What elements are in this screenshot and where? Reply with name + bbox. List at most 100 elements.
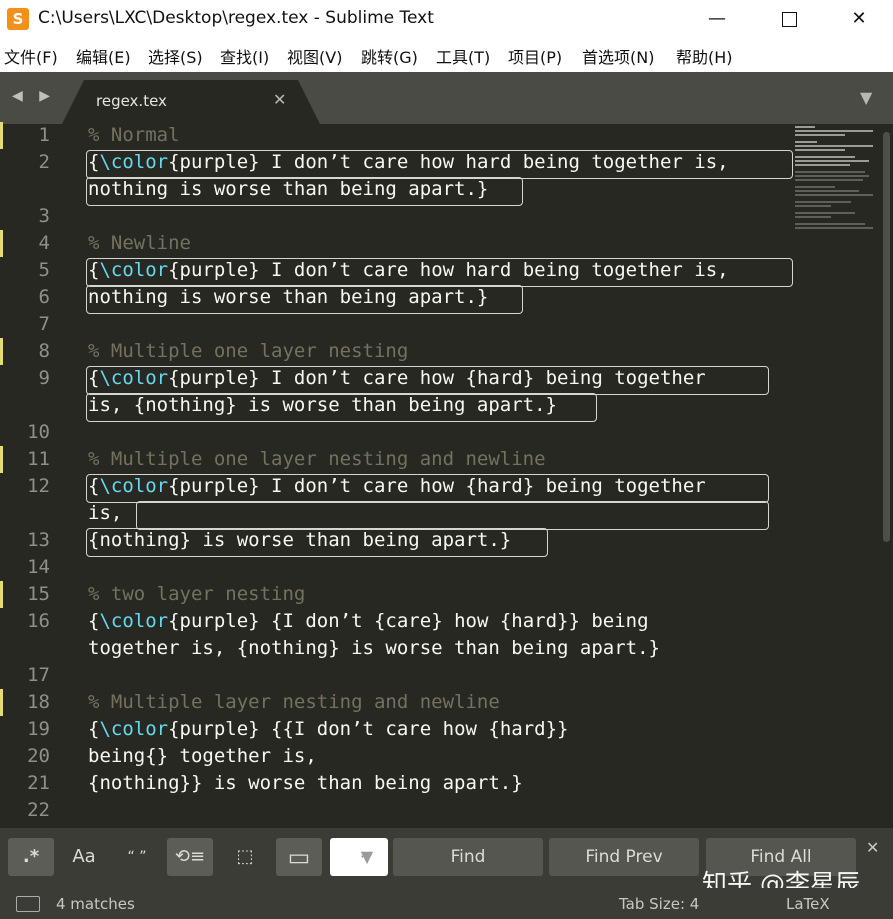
find-button[interactable]: Find [393,838,543,876]
tab-nav-arrows-icon[interactable]: ◀ ▶ [12,88,56,104]
code-line[interactable]: 10 [0,419,793,446]
minimap-line [795,171,865,173]
menu-help[interactable]: 帮助(H) [676,44,733,68]
line-number: 1 [38,124,50,146]
line-number: 8 [38,340,50,362]
menu-file[interactable]: 文件(F) [4,44,58,68]
menu-view[interactable]: 视图(V) [287,44,342,68]
line-number: 14 [27,556,50,578]
close-find-panel-icon[interactable]: ✕ [866,838,879,857]
code-text[interactable]: % Multiple one layer nesting [88,338,408,365]
line-number: 17 [27,664,50,686]
code-line[interactable]: 4 % Newline [0,230,793,257]
code-text[interactable]: {nothing}} is worse than being apart.} [88,770,523,797]
code-text[interactable]: % Multiple layer nesting and newline [88,689,500,716]
close-window-button[interactable]: ✕ [824,0,893,38]
code-text[interactable]: nothing is worse than being apart.} [88,176,488,203]
line-number: 21 [27,772,50,794]
code-line[interactable]: 16 {\color{purple} {I don’t {care} how {h… [0,608,793,635]
code-text[interactable]: {\color{purple} I don’t care how hard be… [88,257,729,284]
menu-selection[interactable]: 选择(S) [148,44,203,68]
minimap-line [795,212,855,214]
code-text[interactable]: {nothing} is worse than being apart.} [88,527,511,554]
code-text[interactable]: % two layer nesting [88,581,305,608]
regex-toggle[interactable]: .* [8,838,54,876]
menu-preferences[interactable]: 首选项(N) [582,44,654,68]
find-history-dropdown-icon[interactable]: ▼ [347,838,387,876]
minimap[interactable] [793,124,881,828]
code-line[interactable]: 6 nothing is worse than being apart.} [0,284,793,311]
code-text[interactable]: {\color{purple} I don’t care how hard be… [88,149,729,176]
code-text[interactable]: is, {nothing} is worse than being apart.… [88,392,557,419]
menu-goto[interactable]: 跳转(G) [361,44,418,68]
in-selection-toggle[interactable]: ⬚ [222,838,268,876]
menu-find[interactable]: 查找(I) [220,44,269,68]
code-line[interactable]: is, [0,500,793,527]
code-text[interactable]: is, [88,500,122,527]
line-number: 9 [38,367,50,389]
menu-tools[interactable]: 工具(T) [436,44,490,68]
minimap-line [795,134,845,136]
highlight-matches-toggle[interactable]: ▭ [276,838,322,876]
minimize-button[interactable]: — [682,0,752,38]
text-token: {purple} {I don’t {care} how {hard}} bei… [168,610,649,632]
code-text[interactable]: {\color{purple} I don’t care how {hard} … [88,473,706,500]
tab-label[interactable]: regex.tex [96,92,167,110]
code-text[interactable]: % Newline [88,230,191,257]
minimap-line [795,160,869,162]
code-line[interactable]: 15 % two layer nesting [0,581,793,608]
line-number: 7 [38,313,50,335]
line-number: 12 [27,475,50,497]
tab-list-dropdown-icon[interactable]: ▼ [860,88,872,107]
code-line[interactable]: 20 being{} together is, [0,743,793,770]
minimap-line [795,186,835,188]
code-line[interactable]: is, {nothing} is worse than being apart.… [0,392,793,419]
menu-edit[interactable]: 编辑(E) [76,44,131,68]
code-text[interactable]: together is, {nothing} is worse than bei… [88,635,660,662]
vertical-scrollbar[interactable] [881,124,893,828]
code-line[interactable]: 12 {\color{purple} I don’t care how {hard… [0,473,793,500]
whole-word-toggle[interactable]: “ ” [114,838,160,876]
code-text[interactable]: being{} together is, [88,743,317,770]
panel-toggle-icon[interactable] [16,896,40,912]
code-line[interactable]: 5 {\color{purple} I don’t care how hard b… [0,257,793,284]
code-line[interactable]: 13 {nothing} is worse than being apart.} [0,527,793,554]
syntax-indicator[interactable]: LaTeX [786,895,830,913]
menu-project[interactable]: 项目(P) [508,44,562,68]
editor-area[interactable]: 1 % Normal 2 {\color{purple} I don’t care h… [0,122,893,828]
tab-size-indicator[interactable]: Tab Size: 4 [619,895,699,913]
code-line[interactable]: 8 % Multiple one layer nesting [0,338,793,365]
scrollbar-thumb[interactable] [883,132,890,542]
code-line[interactable]: 9 {\color{purple} I don’t care how {hard}… [0,365,793,392]
code-line[interactable]: together is, {nothing} is worse than bei… [0,635,793,662]
code-text[interactable]: % Multiple one layer nesting and newline [88,446,546,473]
code-text[interactable]: {\color{purple} {I don’t {care} how {har… [88,608,649,635]
code-line[interactable]: 3 [0,203,793,230]
code-line[interactable]: 18 % Multiple layer nesting and newline [0,689,793,716]
find-prev-button[interactable]: Find Prev [549,838,699,876]
code-line[interactable]: 1 % Normal [0,122,793,149]
maximize-button[interactable] [754,0,824,38]
case-sensitive-toggle[interactable]: Aa [61,838,107,876]
minimap-line [795,149,845,151]
code-line[interactable]: 11 % Multiple one layer nesting and newli… [0,446,793,473]
code-line[interactable]: 7 [0,311,793,338]
code-text[interactable]: nothing is worse than being apart.} [88,284,488,311]
code-line[interactable]: nothing is worse than being apart.} [0,176,793,203]
code-text[interactable]: {\color{purple} {{I don’t care how {hard… [88,716,568,743]
text-token: nothing is worse than being apart.} [88,286,489,308]
code-line[interactable]: 21 {nothing}} is worse than being apart.} [0,770,793,797]
code-line[interactable]: 22 [0,797,793,824]
code-text[interactable]: % Normal [88,122,180,149]
code-line[interactable]: 14 [0,554,793,581]
line-number: 18 [27,691,50,713]
tab-close-icon[interactable]: ✕ [273,90,286,109]
text-token: is, [88,502,123,524]
wrap-toggle[interactable]: ⟲≡ [167,838,213,876]
code-line[interactable]: 19 {\color{purple} {{I don’t care how {ha… [0,716,793,743]
code-line[interactable]: 17 [0,662,793,689]
command-token: \color [99,151,169,173]
code-line[interactable]: 2 {\color{purple} I don’t care how hard b… [0,149,793,176]
text-token: {nothing} is worse than being apart.} [88,529,512,551]
code-text[interactable]: {\color{purple} I don’t care how {hard} … [88,365,706,392]
